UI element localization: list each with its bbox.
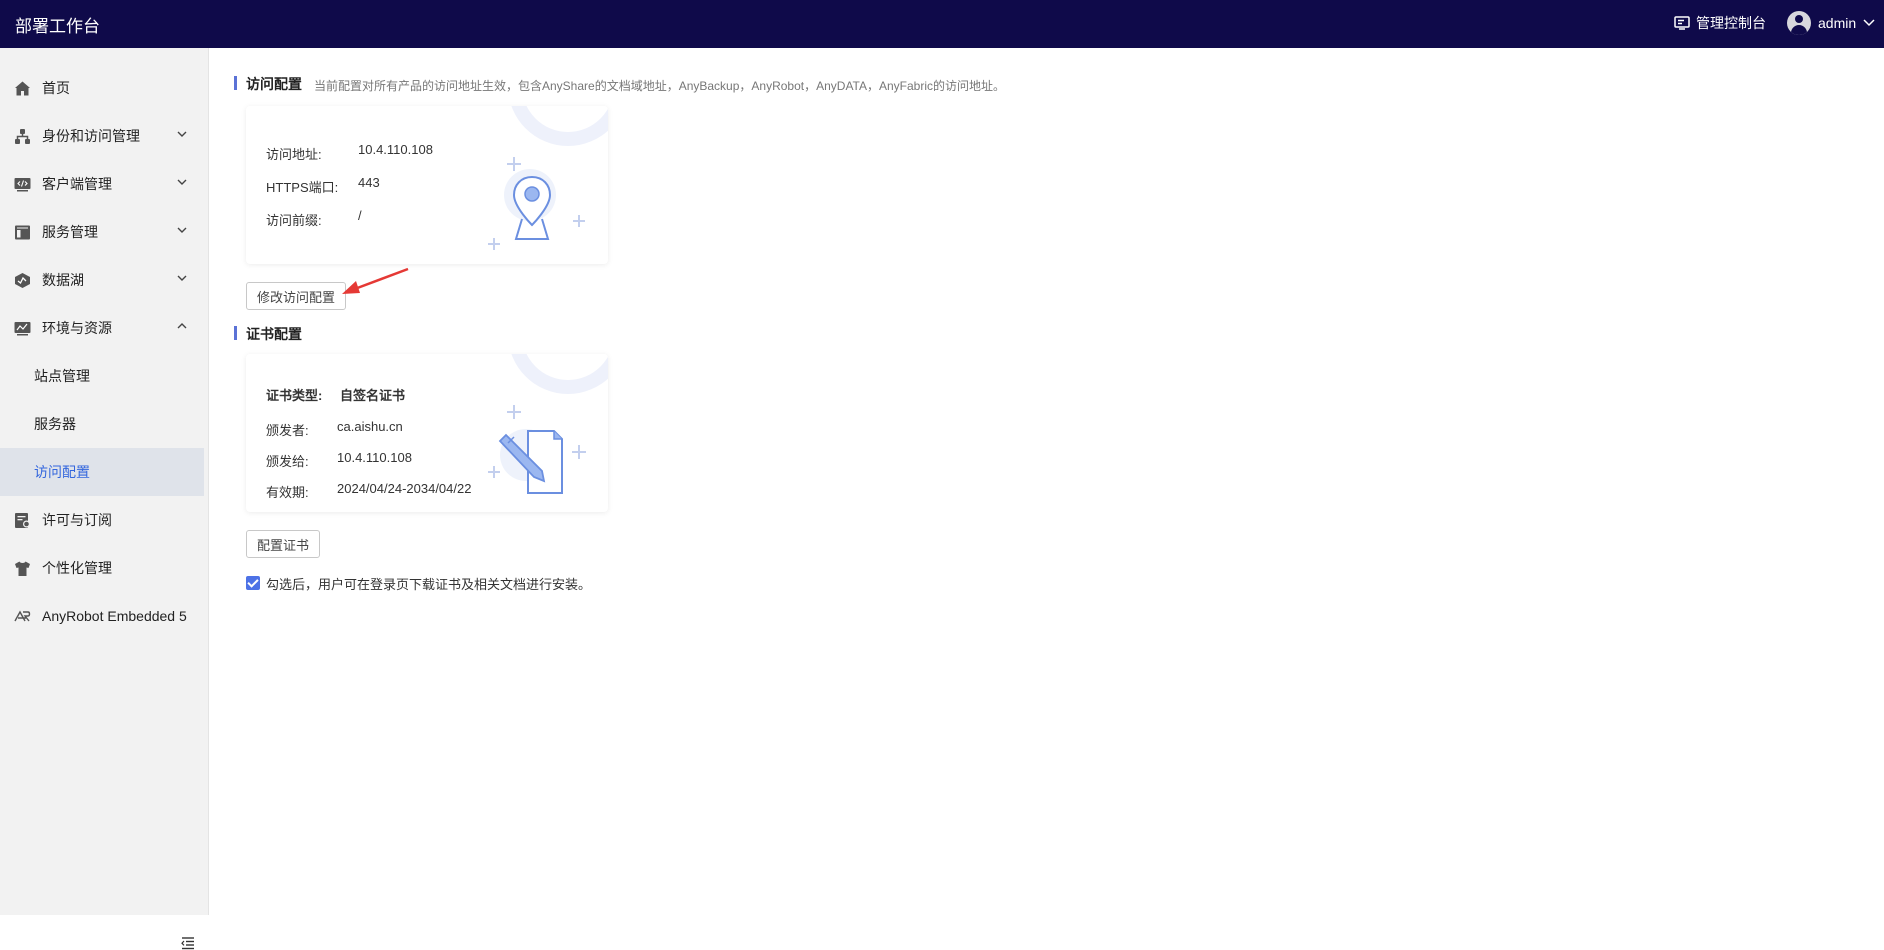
card-decoration: [508, 106, 608, 146]
prefix-value: /: [358, 208, 362, 223]
annotation-arrow-icon: [342, 267, 409, 294]
configure-cert-button[interactable]: 配置证书: [246, 530, 320, 558]
allow-cert-download-label: 勾选后，用户可在登录页下载证书及相关文档进行安装。: [266, 577, 592, 592]
sidebar-item-label: 身份和访问管理: [42, 128, 140, 144]
chevron-down-icon: [177, 227, 187, 233]
client-icon: [14, 178, 31, 192]
collapse-sidebar-icon[interactable]: [181, 936, 195, 950]
certificate-document-illustration-icon: [488, 405, 586, 494]
card-decoration: [508, 354, 608, 394]
console-label: 管理控制台: [1696, 15, 1766, 31]
access-config-title: 访问配置: [234, 76, 302, 92]
issuer-value: ca.aishu.cn: [337, 419, 403, 434]
sidebar-item-label: 许可与订阅: [42, 512, 112, 528]
location-pin-illustration-icon: [488, 157, 585, 250]
top-bar: 部署工作台 管理控制台 admin: [0, 0, 1884, 48]
sidebar-item-identity[interactable]: 身份和访问管理: [0, 112, 204, 160]
anyrobot-logo-icon: [14, 610, 31, 622]
address-label: 访问地址:: [266, 147, 322, 162]
chevron-down-icon: [177, 131, 187, 137]
sidebar-item-servers[interactable]: 服务器: [0, 400, 204, 448]
sidebar-item-label: 客户端管理: [42, 176, 112, 192]
access-config-description: 当前配置对所有产品的访问地址生效，包含AnyShare的文档域地址，AnyBac…: [314, 79, 1006, 93]
sidebar-item-anyrobot[interactable]: AnyRobot Embedded 5: [0, 592, 204, 640]
console-icon: [1674, 16, 1690, 30]
home-icon: [15, 81, 30, 96]
cert-type-label: 证书类型:: [266, 388, 323, 403]
sidebar-item-home[interactable]: 首页: [0, 64, 204, 112]
sidebar-item-label: AnyRobot Embedded 5: [42, 608, 187, 624]
cert-type-value: 自签名证书: [340, 388, 406, 403]
cert-config-card: 证书类型: 自签名证书 颁发者: ca.aishu.cn 颁发给: 10.4.1…: [246, 354, 608, 512]
sidebar: 首页 身份和访问管理 客户端管理 服务管理 数据湖 环境与资源 站点管理 服务器…: [0, 48, 209, 950]
cert-config-title: 证书配置: [234, 326, 302, 342]
sidebar-item-personalization[interactable]: 个性化管理: [0, 544, 204, 592]
chevron-down-icon: [1863, 19, 1875, 27]
sidebar-item-label: 环境与资源: [42, 320, 112, 336]
console-link[interactable]: 管理控制台: [1674, 13, 1766, 33]
chevron-down-icon: [177, 275, 187, 281]
app-title: 部署工作台: [15, 17, 100, 36]
sidebar-item-label: 个性化管理: [42, 560, 112, 576]
port-value: 443: [358, 175, 380, 190]
sidebar-item-label: 站点管理: [34, 368, 90, 384]
sidebar-item-site-management[interactable]: 站点管理: [0, 352, 204, 400]
datalake-icon: [15, 273, 30, 288]
sidebar-item-service[interactable]: 服务管理: [0, 208, 204, 256]
chevron-up-icon: [177, 323, 187, 329]
port-label: HTTPS端口:: [266, 180, 339, 195]
sidebar-item-label: 访问配置: [34, 464, 90, 480]
username: admin: [1818, 15, 1857, 31]
sidebar-item-datalake[interactable]: 数据湖: [0, 256, 204, 304]
sidebar-item-environment[interactable]: 环境与资源: [0, 304, 204, 352]
issued-to-value: 10.4.110.108: [337, 450, 412, 465]
address-value: 10.4.110.108: [358, 142, 433, 157]
access-config-card: 访问地址: 10.4.110.108 HTTPS端口: 443 访问前缀: /: [246, 106, 608, 264]
org-icon: [15, 129, 30, 144]
license-icon: [15, 513, 30, 528]
sidebar-item-label: 数据湖: [42, 272, 84, 288]
user-menu[interactable]: admin: [1787, 11, 1875, 35]
edit-access-config-button[interactable]: 修改访问配置: [246, 282, 346, 310]
shirt-icon: [15, 561, 30, 576]
chevron-down-icon: [177, 179, 187, 185]
avatar: [1787, 11, 1811, 35]
issuer-label: 颁发者:: [266, 423, 309, 438]
issued-to-label: 颁发给:: [266, 454, 309, 469]
sidebar-item-label: 服务管理: [42, 224, 98, 240]
sidebar-item-label: 首页: [42, 80, 70, 96]
service-icon: [15, 225, 30, 240]
sidebar-item-license[interactable]: 许可与订阅: [0, 496, 204, 544]
environment-icon: [14, 322, 31, 336]
validity-label: 有效期:: [266, 485, 309, 500]
sidebar-item-client[interactable]: 客户端管理: [0, 160, 204, 208]
sidebar-item-label: 服务器: [34, 416, 76, 432]
prefix-label: 访问前缀:: [266, 213, 322, 228]
allow-cert-download-checkbox[interactable]: [246, 576, 260, 590]
validity-value: 2024/04/24-2034/04/22: [337, 481, 472, 496]
sidebar-item-access-config[interactable]: 访问配置: [0, 448, 204, 496]
